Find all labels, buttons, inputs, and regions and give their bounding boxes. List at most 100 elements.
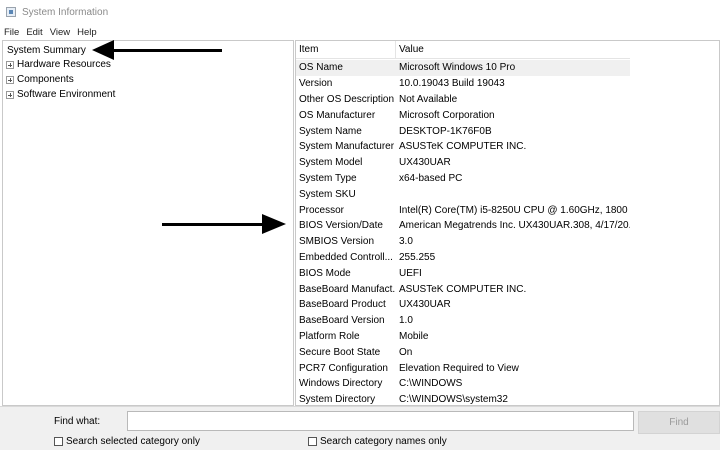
tree-item-components[interactable]: Components <box>6 74 74 85</box>
window-title: System Information <box>22 6 109 18</box>
cell-value: C:\WINDOWS\system32 <box>399 394 508 406</box>
menu-view[interactable]: View <box>50 27 70 38</box>
tree-item-hardware-resources[interactable]: Hardware Resources <box>6 59 111 70</box>
table-row[interactable]: Other OS Description Not Available <box>296 92 630 108</box>
cell-value: UX430UAR <box>399 299 451 311</box>
checkbox-label: Search category names only <box>320 436 447 447</box>
tree-item-system-summary[interactable]: System Summary <box>6 44 87 57</box>
cell-value: Not Available <box>399 93 458 105</box>
cell-value: 1.0 <box>399 315 413 327</box>
search-category-names-option[interactable]: Search category names only <box>308 436 447 447</box>
expand-icon[interactable] <box>6 90 14 99</box>
cell-item: System Type <box>299 172 357 184</box>
expand-icon[interactable] <box>6 60 14 69</box>
menu-file[interactable]: File <box>4 27 19 38</box>
cell-item: OS Manufacturer <box>299 109 376 121</box>
table-row[interactable]: Processor Intel(R) Core(TM) i5-8250U CPU … <box>296 202 630 218</box>
cell-item: System SKU <box>299 188 356 200</box>
cell-value: Mobile <box>399 330 429 342</box>
table-row[interactable]: BaseBoard Version 1.0 <box>296 313 630 329</box>
expand-icon[interactable] <box>6 75 14 84</box>
column-header-item[interactable]: Item <box>296 41 396 58</box>
checkbox[interactable] <box>54 437 63 446</box>
find-button[interactable]: Find <box>638 411 720 434</box>
table-body: OS Name Microsoft Windows 10 Pro Version 1… <box>296 60 630 406</box>
cell-value: Microsoft Windows 10 Pro <box>399 62 516 74</box>
cell-item: System Model <box>299 157 363 169</box>
find-label: Find what: <box>54 416 101 427</box>
tree-item-label: Software Environment <box>17 89 116 100</box>
table-row[interactable]: SMBIOS Version 3.0 <box>296 234 630 250</box>
details-table: Item Value OS Name Microsoft Windows 10 P… <box>295 40 720 406</box>
cell-value: ASUSTeK COMPUTER INC. <box>399 141 527 153</box>
cell-item: OS Name <box>299 62 343 74</box>
checkbox-label: Search selected category only <box>66 436 200 447</box>
cell-item: PCR7 Configuration <box>299 362 388 374</box>
table-row[interactable]: PCR7 Configuration Elevation Required to … <box>296 360 630 376</box>
cell-item: System Name <box>299 125 362 137</box>
title-bar: System Information <box>0 0 720 24</box>
cell-item: Version <box>299 78 333 90</box>
table-row[interactable]: Version 10.0.19043 Build 19043 <box>296 76 630 92</box>
table-row[interactable]: System Name DESKTOP-1K76F0B <box>296 123 630 139</box>
cell-item: SMBIOS Version <box>299 236 375 248</box>
cell-value: On <box>399 346 413 358</box>
annotation-arrow-bios <box>162 223 262 226</box>
cell-item: Other OS Description <box>299 93 395 105</box>
cell-value: x64-based PC <box>399 172 463 184</box>
table-row[interactable]: OS Name Microsoft Windows 10 Pro <box>296 60 630 76</box>
cell-value: 3.0 <box>399 236 413 248</box>
cell-item: BaseBoard Manufact... <box>299 283 396 295</box>
table-row[interactable]: System Model UX430UAR <box>296 155 630 171</box>
cell-item: System Directory <box>299 394 376 406</box>
find-input[interactable] <box>127 411 634 431</box>
cell-value: American Megatrends Inc. UX430UAR.308, 4… <box>399 220 630 232</box>
menu-edit[interactable]: Edit <box>26 27 42 38</box>
annotation-arrow-summary <box>112 49 222 52</box>
cell-item: BIOS Version/Date <box>299 220 383 232</box>
table-row[interactable]: System Directory C:\WINDOWS\system32 <box>296 392 630 406</box>
table-row[interactable]: System Manufacturer ASUSTeK COMPUTER INC. <box>296 139 630 155</box>
cell-value: DESKTOP-1K76F0B <box>399 125 492 137</box>
cell-value: Intel(R) Core(TM) i5-8250U CPU @ 1.60GHz… <box>399 204 630 216</box>
column-header-value[interactable]: Value <box>396 41 630 58</box>
search-selected-category-option[interactable]: Search selected category only <box>54 436 200 447</box>
cell-item: BIOS Mode <box>299 267 351 279</box>
find-bar: Find what: Find Search selected category… <box>0 406 720 450</box>
cell-item: Embedded Controll... <box>299 251 393 263</box>
table-row[interactable]: BaseBoard Manufact... ASUSTeK COMPUTER IN… <box>296 281 630 297</box>
cell-value: 255.255 <box>399 251 436 263</box>
cell-value: Elevation Required to View <box>399 362 519 374</box>
cell-value: Microsoft Corporation <box>399 109 495 121</box>
cell-item: Platform Role <box>299 330 360 342</box>
cell-item: System Manufacturer <box>299 141 395 153</box>
cell-item: BaseBoard Version <box>299 315 385 327</box>
cell-value: UEFI <box>399 267 422 279</box>
tree-item-label: Components <box>17 74 74 85</box>
table-header: Item Value <box>296 41 630 59</box>
tree-item-software-environment[interactable]: Software Environment <box>6 89 115 100</box>
table-row[interactable]: BIOS Version/Date American Megatrends Inc… <box>296 218 630 234</box>
menu-help[interactable]: Help <box>77 27 97 38</box>
table-row[interactable]: System Type x64-based PC <box>296 171 630 187</box>
table-row[interactable]: Secure Boot State On <box>296 344 630 360</box>
cell-item: Processor <box>299 204 345 216</box>
table-row[interactable]: BIOS Mode UEFI <box>296 265 630 281</box>
cell-value: ASUSTeK COMPUTER INC. <box>399 283 527 295</box>
system-information-icon <box>6 7 16 17</box>
table-row[interactable]: OS Manufacturer Microsoft Corporation <box>296 107 630 123</box>
table-row[interactable]: Windows Directory C:\WINDOWS <box>296 376 630 392</box>
cell-item: Windows Directory <box>299 378 383 390</box>
table-row[interactable]: Embedded Controll... 255.255 <box>296 250 630 266</box>
cell-value: UX430UAR <box>399 157 451 169</box>
table-row[interactable]: System SKU <box>296 186 630 202</box>
checkbox[interactable] <box>308 437 317 446</box>
annotation-arrowhead-summary <box>92 40 114 60</box>
tree-item-label: Hardware Resources <box>17 59 111 70</box>
cell-value: C:\WINDOWS <box>399 378 463 390</box>
cell-value: 10.0.19043 Build 19043 <box>399 78 505 90</box>
table-row[interactable]: Platform Role Mobile <box>296 329 630 345</box>
cell-item: Secure Boot State <box>299 346 381 358</box>
menu-bar: File Edit View Help <box>0 24 720 40</box>
table-row[interactable]: BaseBoard Product UX430UAR <box>296 297 630 313</box>
